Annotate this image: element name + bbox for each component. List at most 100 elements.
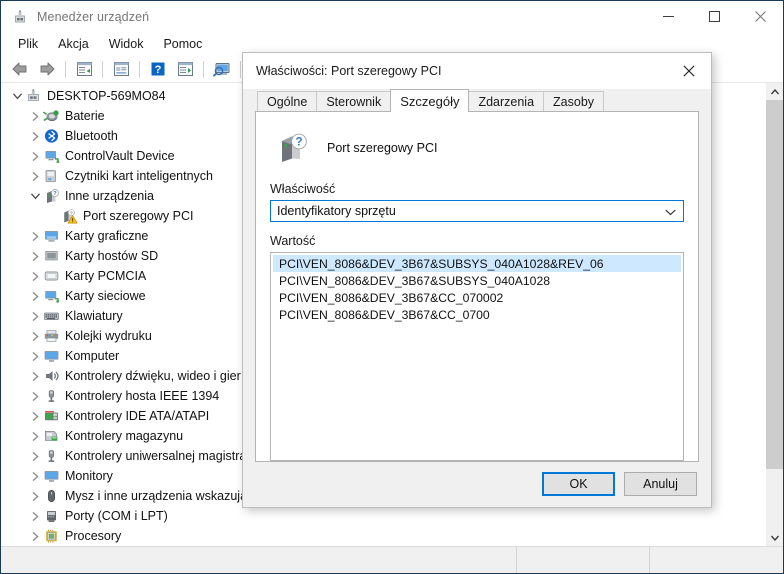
tree-row-label: Karty hostów SD bbox=[65, 249, 159, 263]
tree-row-label: Kolejki wydruku bbox=[65, 329, 152, 343]
monitor-icon bbox=[43, 468, 60, 484]
help-icon[interactable]: ? bbox=[145, 58, 171, 81]
properties-icon[interactable] bbox=[71, 58, 97, 81]
sd-host-icon bbox=[43, 248, 60, 264]
value-list-item[interactable]: PCI\VEN_8086&DEV_3B67&SUBSYS_040A1028 bbox=[273, 272, 681, 289]
chevron-right-icon[interactable] bbox=[27, 148, 43, 164]
monitor-icon bbox=[43, 348, 60, 364]
tree-row-label: Bluetooth bbox=[65, 129, 118, 143]
chevron-right-icon[interactable] bbox=[27, 528, 43, 544]
chevron-right-icon[interactable] bbox=[27, 328, 43, 344]
chevron-right-icon[interactable] bbox=[27, 248, 43, 264]
network-adapter-icon bbox=[43, 288, 60, 304]
storage-icon bbox=[43, 428, 60, 444]
unknown-device-icon: ? bbox=[43, 188, 60, 204]
close-button[interactable] bbox=[737, 1, 783, 32]
status-pane-main bbox=[1, 547, 517, 573]
status-pane-2 bbox=[517, 547, 650, 573]
chevron-right-icon[interactable] bbox=[27, 348, 43, 364]
pcmcia-icon bbox=[43, 268, 60, 284]
chevron-right-icon[interactable] bbox=[27, 448, 43, 464]
svg-text:?: ? bbox=[295, 137, 302, 149]
chevron-right-icon[interactable] bbox=[27, 168, 43, 184]
details-icon[interactable] bbox=[108, 58, 134, 81]
tab-zasoby[interactable]: Zasoby bbox=[543, 91, 605, 111]
tree-row-label: ControlVault Device bbox=[65, 149, 175, 163]
tree-row-label: Kontrolery uniwersalnej magistrali bbox=[65, 449, 252, 463]
property-dropdown[interactable]: Identyfikatory sprzętu bbox=[270, 200, 684, 222]
chevron-right-icon[interactable] bbox=[27, 508, 43, 524]
show-hidden-icon[interactable] bbox=[172, 58, 198, 81]
tree-row-label: Klawiatury bbox=[65, 309, 123, 323]
chevron-right-icon[interactable] bbox=[27, 128, 43, 144]
value-list-item[interactable]: PCI\VEN_8086&DEV_3B67&CC_0700 bbox=[273, 306, 681, 323]
ok-button[interactable]: OK bbox=[542, 472, 615, 496]
chevron-down-icon[interactable] bbox=[9, 88, 25, 104]
chevron-down-icon bbox=[665, 201, 676, 223]
menu-plik[interactable]: Plik bbox=[8, 34, 48, 55]
back-icon[interactable] bbox=[7, 58, 33, 81]
value-list-item[interactable]: PCI\VEN_8086&DEV_3B67&SUBSYS_040A1028&RE… bbox=[273, 255, 681, 272]
unknown-device-warning-icon: ? bbox=[61, 208, 78, 224]
chevron-right-icon[interactable] bbox=[27, 388, 43, 404]
tree-row-label: Karty PCMCIA bbox=[65, 269, 147, 283]
keyboard-icon bbox=[43, 308, 60, 324]
tab-szczeg-y[interactable]: Szczegóły bbox=[390, 89, 470, 112]
chevron-right-icon[interactable] bbox=[27, 288, 43, 304]
tree-row-label: Komputer bbox=[65, 349, 120, 363]
scan-hardware-icon[interactable] bbox=[209, 58, 235, 81]
sound-icon bbox=[43, 368, 60, 384]
value-list-item[interactable]: PCI\VEN_8086&DEV_3B67&CC_070002 bbox=[273, 289, 681, 306]
status-bar bbox=[1, 546, 783, 573]
chevron-right-icon[interactable] bbox=[27, 108, 43, 124]
window-controls bbox=[645, 1, 783, 32]
chevron-right-icon[interactable] bbox=[27, 308, 43, 324]
scrollbar-thumb[interactable] bbox=[766, 100, 783, 469]
chevron-right-icon[interactable] bbox=[27, 468, 43, 484]
scroll-up-button[interactable] bbox=[766, 83, 783, 100]
toolbar-separator bbox=[203, 60, 204, 78]
chevron-right-icon[interactable] bbox=[27, 268, 43, 284]
smartcard-icon bbox=[43, 168, 60, 184]
chevron-right-icon[interactable] bbox=[27, 428, 43, 444]
menu-pomoc[interactable]: Pomoc bbox=[153, 34, 212, 55]
chevron-right-icon[interactable] bbox=[27, 488, 43, 504]
computer-icon bbox=[25, 88, 42, 104]
minimize-button[interactable] bbox=[645, 1, 691, 32]
dialog-content: Ogólne Sterownik Szczegóły Zdarzenia Zasoby … bbox=[243, 89, 711, 518]
cancel-button[interactable]: Anuluj bbox=[624, 472, 697, 496]
chevron-right-icon[interactable] bbox=[27, 368, 43, 384]
tree-scrollbar[interactable] bbox=[765, 83, 783, 546]
scroll-down-button[interactable] bbox=[766, 529, 783, 546]
unknown-device-icon: ? bbox=[276, 131, 310, 165]
chevron-down-icon[interactable] bbox=[27, 188, 43, 204]
chevron-right-icon[interactable] bbox=[27, 228, 43, 244]
menu-akcja[interactable]: Akcja bbox=[48, 34, 99, 55]
bluetooth-icon bbox=[43, 128, 60, 144]
mouse-icon bbox=[43, 488, 60, 504]
window-title: Menedżer urządzeń bbox=[37, 9, 150, 24]
tree-row-label: Port szeregowy PCI bbox=[83, 209, 194, 223]
forward-icon[interactable] bbox=[34, 58, 60, 81]
maximize-button[interactable] bbox=[691, 1, 737, 32]
chevron-right-icon[interactable] bbox=[27, 408, 43, 424]
value-list[interactable]: PCI\VEN_8086&DEV_3B67&SUBSYS_040A1028&RE… bbox=[270, 252, 684, 461]
dialog-close-button[interactable] bbox=[666, 53, 711, 89]
svg-text:?: ? bbox=[155, 64, 162, 76]
printer-icon bbox=[43, 328, 60, 344]
tree-row[interactable]: Procesory bbox=[1, 526, 765, 546]
tab-zdarzenia[interactable]: Zdarzenia bbox=[468, 91, 545, 111]
toolbar-separator bbox=[102, 60, 103, 78]
tab-og-lne[interactable]: Ogólne bbox=[257, 91, 318, 111]
value-label: Wartość bbox=[270, 234, 316, 248]
tab-sterownik[interactable]: Sterownik bbox=[316, 91, 392, 111]
tree-row-label: Porty (COM i LPT) bbox=[65, 509, 168, 523]
network-device-icon bbox=[43, 148, 60, 164]
tree-row-label: Kontrolery dźwięku, wideo i gier bbox=[65, 369, 241, 383]
tree-row-label: Kontrolery hosta IEEE 1394 bbox=[65, 389, 220, 403]
tree-row-label: Kontrolery magazynu bbox=[65, 429, 184, 443]
svg-text:?: ? bbox=[53, 191, 57, 197]
menu-widok[interactable]: Widok bbox=[99, 34, 154, 55]
tree-row-label: Procesory bbox=[65, 529, 122, 543]
window-titlebar: Menedżer urządzeń bbox=[1, 1, 783, 32]
